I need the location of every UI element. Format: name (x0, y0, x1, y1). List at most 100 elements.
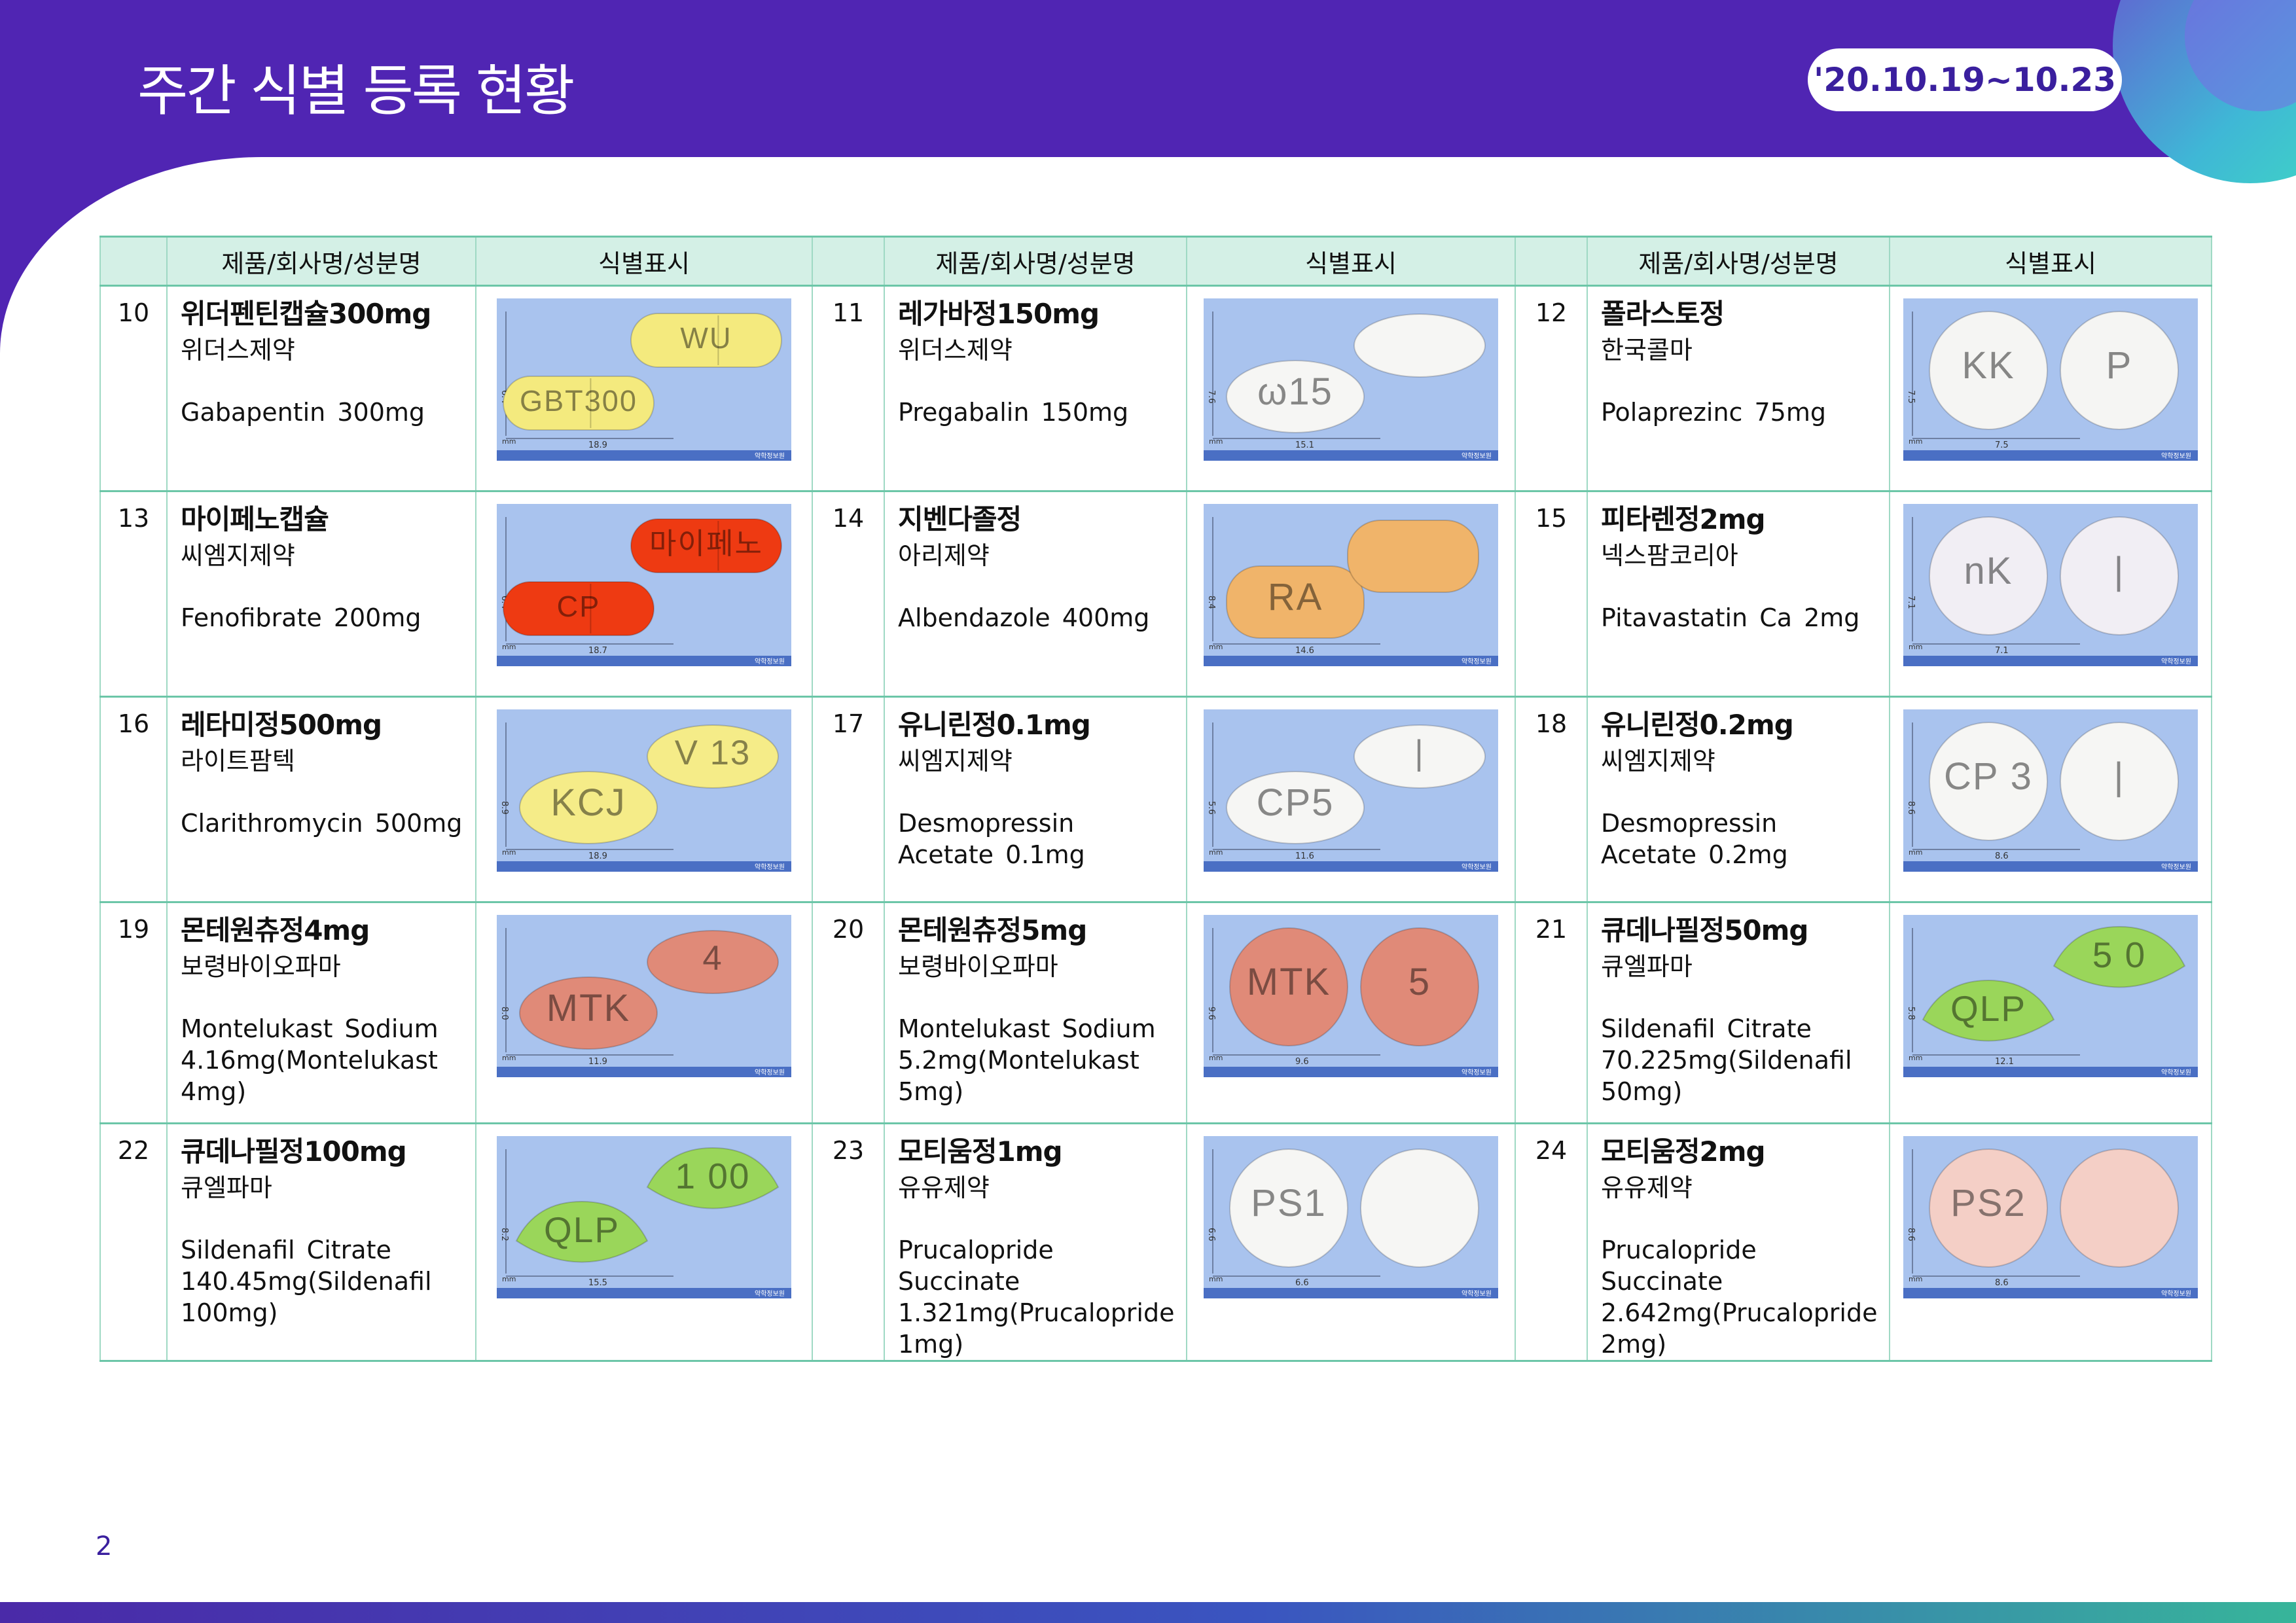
ingredient: Desmopressin Acetate 0.2mg (1601, 809, 1788, 869)
marking-image-cell: 약학정보원 mm 8.6 8.6 CP 3 | (1889, 696, 2212, 903)
width-label: 12.1 (1995, 1057, 2014, 1067)
pill-photo: 약학정보원mm6.418.7CP마이페노 (497, 504, 791, 666)
height-label: 8.2 (499, 1228, 509, 1241)
col-header-no (1515, 236, 1588, 287)
item-number: 15 (1515, 491, 1588, 698)
pill-shape: | (2060, 722, 2179, 841)
item-number: 20 (812, 902, 885, 1124)
width-label: 7.5 (1995, 440, 2009, 450)
item-number: 21 (1515, 902, 1588, 1124)
pill-imprint: | (2113, 550, 2125, 592)
svg-text:mm: mm (502, 643, 516, 651)
item-number: 19 (99, 902, 168, 1124)
identification-table: 제품/회사명/성분명 식별표시 제품/회사명/성분명 식별표시 제품/회사명/성… (99, 236, 2212, 1362)
product-name: 지벤다졸정 (898, 503, 1022, 535)
pill-imprint: CP5 (1257, 781, 1335, 824)
svg-text:mm: mm (502, 437, 516, 446)
height-label: 5.8 (1906, 1007, 1916, 1020)
svg-text:mm: mm (1909, 848, 1922, 857)
pill-imprint: 5 0 (2092, 935, 2146, 975)
pill-imprint: PS1 (1251, 1182, 1327, 1224)
item-number: 23 (812, 1123, 885, 1362)
pill-photo: 약학정보원 mm 5.6 11.6 CP5 | (1204, 709, 1498, 872)
ingredient: Montelukast Sodium 5.2mg(Montelukast 5mg… (898, 1014, 1156, 1106)
product-name: 레가바정150mg (898, 298, 1100, 330)
pill-shape: nK (1929, 516, 2048, 635)
product-name: 위더펜틴캡슐300mg (181, 298, 431, 330)
table-body: 10 위더펜틴캡슐300mg 위더스제약 Gabapentin 300mg 약학정보원 m… (99, 285, 2212, 1362)
marking-image-cell: 약학정보원 mm 8.4 14.6 RA (1186, 491, 1516, 698)
date-badge: '20.10.19~10.23 (1808, 48, 2122, 111)
height-label: 8.4 (1206, 596, 1216, 609)
svg-text:약학정보원: 약학정보원 (1462, 1290, 1492, 1298)
svg-text:약학정보원: 약학정보원 (755, 1069, 785, 1077)
pill-shape: | (2060, 516, 2179, 635)
company-name: 씨엠지제약 (1601, 747, 1715, 776)
width-label: 9.6 (1295, 1057, 1309, 1067)
pill-imprint: V 13 (675, 734, 751, 772)
svg-text:약학정보원: 약학정보원 (755, 863, 785, 871)
pill-shape: PS1 (1229, 1149, 1348, 1268)
pill-shape: MTK (1229, 927, 1348, 1046)
pill-shape: WU (630, 313, 782, 368)
company-name: 라이트팜텍 (181, 747, 295, 776)
company-name: 씨엠지제약 (898, 747, 1013, 776)
product-info: 레타미정500mg 라이트팜텍 Clarithromycin 500mg (166, 696, 476, 903)
product-name: 피타렌정2mg (1601, 503, 1766, 535)
company-name: 보령바이오파마 (181, 952, 341, 981)
marking-image-cell: 약학정보원 mm 5.6 11.6 CP5 | (1186, 696, 1516, 903)
company-name: 큐엘파마 (1601, 952, 1693, 981)
pill-photo: 약학정보원 mm 8.0 11.9 MTK 4 (497, 915, 791, 1077)
product-info: 모티움정2mg 유유제약 Prucalopride Succinate 2.642m… (1587, 1123, 1890, 1362)
pill-photo: 약학정보원 mm 8.9 18.9 KCJ V 13 (497, 709, 791, 872)
svg-text:mm: mm (502, 1275, 516, 1283)
width-label: 15.5 (588, 1278, 607, 1288)
table-row: 22 큐데나필정100mg 큐엘파마 Sildenafil Citrate 140.4… (99, 1123, 2212, 1362)
svg-text:약학정보원: 약학정보원 (1462, 863, 1492, 871)
product-name: 몬테원츄정4mg (181, 914, 370, 946)
product-name: 큐데나필정50mg (1601, 914, 1808, 946)
table-row: 13마이페노캡슐씨엠지제약Fenofibrate 200mg약학정보원mm6.4… (99, 491, 2212, 698)
pill-imprint: 1 00 (675, 1156, 750, 1196)
height-label: 7.1 (1906, 596, 1916, 609)
pill-imprint: QLP (1950, 988, 2026, 1029)
table-row: 16 레타미정500mg 라이트팜텍 Clarithromycin 500mg 약학정보… (99, 696, 2212, 903)
marking-image-cell: 약학정보원mm6.418.9GBT300WU (475, 285, 813, 492)
marking-image-cell: 약학정보원 mm 8.0 11.9 MTK 4 (475, 902, 813, 1124)
height-label: 7.5 (1906, 390, 1916, 404)
width-label: 14.6 (1295, 646, 1314, 656)
product-name: 모티움정1mg (898, 1135, 1063, 1168)
table-header-row: 제품/회사명/성분명 식별표시 제품/회사명/성분명 식별표시 제품/회사명/성… (99, 236, 2212, 287)
svg-text:약학정보원: 약학정보원 (2161, 1069, 2191, 1077)
pill-imprint: 마이페노 (649, 527, 763, 560)
height-label: 8.6 (1906, 1228, 1916, 1241)
svg-text:mm: mm (1209, 848, 1223, 857)
pill-photo: 약학정보원 mm 7.5 7.5 KK P (1903, 298, 2198, 461)
width-label: 15.1 (1295, 440, 1314, 450)
ingredient: Prucalopride Succinate 2.642mg(Prucalopr… (1601, 1236, 1878, 1359)
pill-shape: 5 (1360, 927, 1479, 1046)
pill-imprint: 5 (1408, 961, 1431, 1003)
pill-imprint: MTK (547, 987, 630, 1029)
product-info: 유니린정0.1mg 씨엠지제약 Desmopressin Acetate 0.1mg (884, 696, 1187, 903)
ingredient: Clarithromycin 500mg (181, 809, 463, 838)
company-name: 아리제약 (898, 541, 990, 570)
ingredient: Fenofibrate 200mg (181, 603, 422, 632)
marking-image-cell: 약학정보원 mm 6.6 6.6 PS1 (1186, 1123, 1516, 1362)
marking-image-cell: 약학정보원 mm 8.2 15.5 QLP 1 00 (475, 1123, 813, 1362)
page-number: 2 (96, 1531, 113, 1561)
svg-text:mm: mm (1909, 643, 1922, 651)
footer-bar (0, 1602, 2296, 1623)
pill-photo: 약학정보원 mm 8.4 14.6 RA (1204, 504, 1498, 666)
ingredient: Polaprezinc 75mg (1601, 398, 1826, 427)
height-label: 8.6 (1906, 801, 1916, 815)
pill-shape: CP 3 (1929, 722, 2048, 841)
pill-shape (1347, 520, 1479, 593)
product-name: 레타미정500mg (181, 709, 382, 741)
product-info: 피타렌정2mg 넥스팜코리아 Pitavastatin Ca 2mg (1587, 491, 1890, 698)
svg-text:약학정보원: 약학정보원 (2161, 863, 2191, 871)
product-name: 유니린정0.2mg (1601, 709, 1794, 741)
pill-imprint: WU (680, 321, 732, 355)
item-number: 16 (99, 696, 168, 903)
pill-photo: 약학정보원 mm 7.6 15.1 ω15 (1204, 298, 1498, 461)
